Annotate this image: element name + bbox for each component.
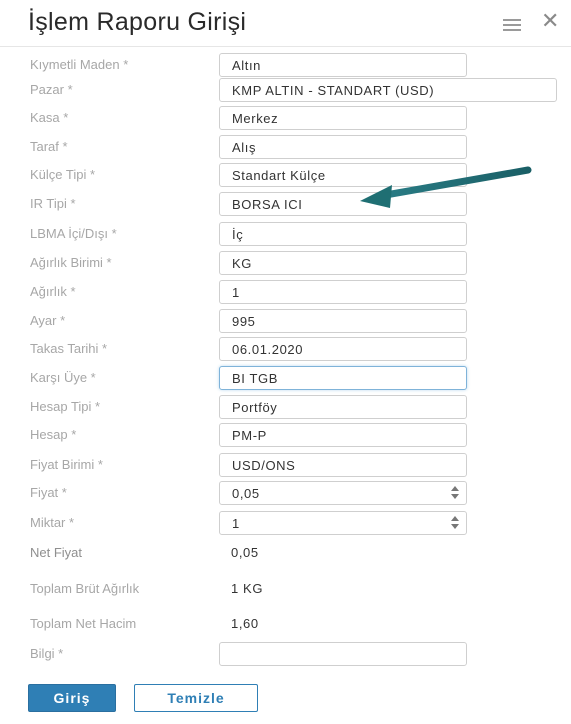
hesap-tipi-select[interactable]: Portföy	[219, 395, 467, 419]
fiyat-birimi-label: Fiyat Birimi *	[30, 457, 103, 472]
row-fiyat: Fiyat * 0,05	[0, 481, 571, 507]
hesap-select[interactable]: PM-P	[219, 423, 467, 447]
toplam-brut-agirlik-label: Toplam Brüt Ağırlık	[30, 581, 140, 596]
lbma-label: LBMA İçi/Dışı *	[30, 226, 117, 241]
ir-tipi-label: IR Tipi *	[30, 196, 76, 211]
row-hesap: Hesap * PM-P	[0, 423, 571, 449]
report-entry-dialog: İşlem Raporu Girişi ✕ Kıymetli Maden * A…	[0, 0, 571, 724]
ayar-input[interactable]: 995	[219, 309, 467, 333]
dialog-title: İşlem Raporu Girişi	[28, 8, 247, 36]
fiyat-stepper[interactable]: 0,05	[219, 481, 467, 505]
title-divider	[0, 46, 571, 47]
row-hesap-tipi: Hesap Tipi * Portföy	[0, 395, 571, 421]
kasa-label: Kasa *	[30, 110, 69, 125]
karsi-uye-input[interactable]: BI TGB	[219, 366, 467, 390]
row-bilgi: Bilgi *	[0, 642, 571, 668]
row-toplam-brut-agirlik: Toplam Brüt Ağırlık 1 KG	[0, 577, 571, 603]
row-fiyat-birimi: Fiyat Birimi * USD/ONS	[0, 453, 571, 479]
fiyat-birimi-select[interactable]: USD/ONS	[219, 453, 467, 477]
taraf-label: Taraf *	[30, 139, 68, 154]
agirlik-label: Ağırlık *	[30, 284, 76, 299]
net-fiyat-label: Net Fiyat	[30, 545, 83, 560]
stepper-arrows-icon[interactable]	[450, 515, 460, 531]
bilgi-label: Bilgi *	[30, 646, 64, 661]
miktar-value: 1	[232, 516, 240, 531]
kiymetli-maden-label: Kıymetli Maden *	[30, 57, 129, 72]
row-lbma: LBMA İçi/Dışı * İç	[0, 222, 571, 248]
row-takas-tarihi: Takas Tarihi * 06.01.2020	[0, 337, 571, 363]
miktar-stepper[interactable]: 1	[219, 511, 467, 535]
miktar-label: Miktar *	[30, 515, 75, 530]
stepper-arrows-icon[interactable]	[450, 485, 460, 501]
kasa-select[interactable]: Merkez	[219, 106, 467, 130]
ir-tipi-select[interactable]: BORSA ICI	[219, 192, 467, 216]
row-agirlik: Ağırlık * 1	[0, 280, 571, 306]
row-agirlik-birimi: Ağırlık Birimi * KG	[0, 251, 571, 277]
pazar-select[interactable]: KMP ALTIN - STANDART (USD)	[219, 78, 557, 102]
row-toplam-net-hacim: Toplam Net Hacim 1,60	[0, 612, 571, 638]
bilgi-input[interactable]	[219, 642, 467, 666]
kiymetli-maden-select[interactable]: Altın	[219, 53, 467, 77]
pazar-label: Pazar *	[30, 82, 73, 97]
giris-button[interactable]: Giriş	[28, 684, 116, 712]
toplam-net-hacim-label: Toplam Net Hacim	[30, 616, 137, 631]
takas-tarihi-label: Takas Tarihi *	[30, 341, 108, 356]
kulce-tipi-select[interactable]: Standart Külçe	[219, 163, 467, 187]
row-kulce-tipi: Külçe Tipi * Standart Külçe	[0, 163, 571, 189]
toplam-brut-agirlik-value: 1 KG	[231, 581, 264, 596]
taraf-select[interactable]: Alış	[219, 135, 467, 159]
toplam-net-hacim-value: 1,60	[231, 616, 259, 631]
row-miktar: Miktar * 1	[0, 511, 571, 537]
ayar-label: Ayar *	[30, 313, 66, 328]
fiyat-label: Fiyat *	[30, 485, 67, 500]
row-ayar: Ayar * 995	[0, 309, 571, 335]
kulce-tipi-label: Külçe Tipi *	[30, 167, 96, 182]
takas-tarihi-input[interactable]: 06.01.2020	[219, 337, 467, 361]
hesap-tipi-label: Hesap Tipi *	[30, 399, 101, 414]
row-ir-tipi: IR Tipi * BORSA ICI	[0, 192, 571, 218]
fiyat-value: 0,05	[232, 486, 260, 501]
hamburger-icon[interactable]	[503, 19, 521, 31]
close-icon[interactable]: ✕	[541, 10, 559, 32]
row-kasa: Kasa * Merkez	[0, 106, 571, 132]
row-pazar: Pazar * KMP ALTIN - STANDART (USD)	[0, 78, 571, 104]
row-karsi-uye: Karşı Üye * BI TGB	[0, 366, 571, 392]
karsi-uye-label: Karşı Üye *	[30, 370, 96, 385]
agirlik-birimi-label: Ağırlık Birimi *	[30, 255, 112, 270]
net-fiyat-value: 0,05	[231, 545, 259, 560]
row-taraf: Taraf * Alış	[0, 135, 571, 161]
lbma-select[interactable]: İç	[219, 222, 467, 246]
row-net-fiyat: Net Fiyat 0,05	[0, 541, 571, 567]
row-kiymetli-maden: Kıymetli Maden * Altın	[0, 53, 571, 79]
temizle-button[interactable]: Temizle	[134, 684, 258, 712]
agirlik-input[interactable]: 1	[219, 280, 467, 304]
hesap-label: Hesap *	[30, 427, 77, 442]
agirlik-birimi-select[interactable]: KG	[219, 251, 467, 275]
